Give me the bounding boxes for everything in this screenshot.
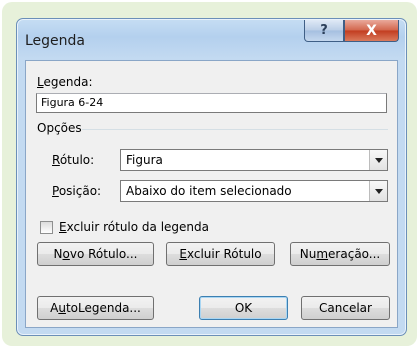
dialog-body: Legenda: Figura 6-24 Opções Rótulo: Figu… [25, 60, 398, 328]
ok-button[interactable]: OK [199, 296, 288, 320]
cancel-button[interactable]: Cancelar [301, 296, 390, 320]
options-group-label: Opções [37, 121, 82, 135]
caption-dialog: Legenda ? X Legenda: Figura 6-24 Opções … [16, 18, 407, 336]
legend-label: Legenda: [37, 75, 93, 89]
new-label-button[interactable]: No vo Rótulo... [37, 242, 154, 266]
chevron-down-icon[interactable] [369, 181, 387, 201]
numbering-button[interactable]: Nu m eração... [290, 242, 390, 266]
dialog-title: Legenda [25, 33, 86, 49]
exclude-label-text: Excluir rótulo da legenda [59, 220, 209, 234]
help-icon: ? [320, 23, 328, 38]
help-button[interactable]: ? [304, 20, 344, 42]
label-select-value: Figura [126, 153, 163, 167]
options-divider [82, 129, 388, 130]
label-select[interactable]: Figura [120, 149, 388, 171]
delete-label-button[interactable]: Excluir Rótulo [166, 242, 275, 266]
label-field-label: Rótulo: [52, 153, 95, 167]
close-icon: X [366, 22, 377, 39]
chevron-down-icon[interactable] [369, 150, 387, 170]
position-select-value: Abaixo do item selecionado [126, 184, 292, 198]
legend-input[interactable]: Figura 6-24 [36, 93, 387, 113]
screenshot-frame: Legenda ? X Legenda: Figura 6-24 Opções … [2, 2, 417, 346]
position-field-label: Posição: [52, 184, 102, 198]
position-select[interactable]: Abaixo do item selecionado [120, 180, 388, 202]
exclude-label-checkbox[interactable] [40, 221, 53, 234]
close-button[interactable]: X [344, 20, 399, 42]
autolegend-button[interactable]: Au toLegenda... [37, 296, 154, 320]
